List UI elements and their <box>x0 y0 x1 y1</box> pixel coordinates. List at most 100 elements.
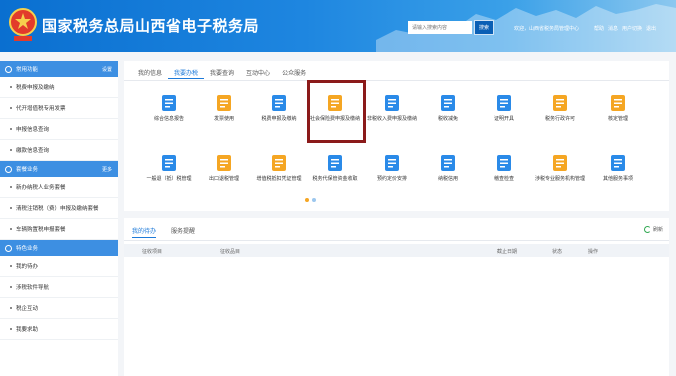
pager-dot-active[interactable] <box>305 198 309 202</box>
service-tile[interactable]: 核定管理 <box>590 94 646 140</box>
service-tile[interactable]: 涉税专业服务机构管理 <box>532 154 588 200</box>
refresh-icon <box>643 226 651 233</box>
service-tile[interactable]: 预约定价安排 <box>364 154 420 200</box>
sidebar-item-return-query[interactable]: 申报信息查询 <box>0 119 118 140</box>
tab-query[interactable]: 我要查询 <box>204 68 240 79</box>
sidebar-item-new-taxpayer[interactable]: 新办纳税人业务套餐 <box>0 177 118 198</box>
switch-user-link[interactable]: 用户切换 <box>622 25 642 32</box>
service-tile[interactable]: 稽查检查 <box>476 154 532 200</box>
sidebar-section-featured[interactable]: 特色业务 <box>0 240 118 256</box>
top-links: 帮助 消息 用户切换 退出 <box>594 25 656 32</box>
bullet-icon <box>10 286 12 288</box>
section-title: 特色业务 <box>16 246 39 252</box>
sidebar-item-label: 我要求助 <box>16 327 39 333</box>
service-tile-label: 发票使用 <box>213 116 234 122</box>
document-icon <box>162 95 176 111</box>
service-tile[interactable]: 税费申报及缴纳 <box>251 94 307 140</box>
clipboard-icon <box>497 155 511 171</box>
certificate-icon <box>497 95 511 111</box>
tab-divider <box>124 80 669 81</box>
service-tile-label: 稽查检查 <box>493 176 514 182</box>
service-tile[interactable]: 增值税抵扣凭证管理 <box>251 154 307 200</box>
main-tabs: 我的信息 我要办税 我要查询 互动中心 公众服务 <box>132 68 312 79</box>
carousel-pager <box>305 198 316 202</box>
bullet-icon <box>10 149 12 151</box>
sidebar-item-label: 税企互动 <box>16 306 39 312</box>
copy-icon <box>441 95 455 111</box>
col-status: 状态 <box>552 249 563 255</box>
sidebar-item-interaction[interactable]: 税企互动 <box>0 298 118 319</box>
tab-my-info[interactable]: 我的信息 <box>132 68 168 79</box>
search-button[interactable]: 搜索 <box>474 20 494 35</box>
check-icon <box>441 155 455 171</box>
tab-my-todo[interactable]: 我的待办 <box>132 226 157 238</box>
service-tile[interactable]: 出口退税管理 <box>196 154 252 200</box>
bullet-icon <box>10 228 12 230</box>
bullet-icon <box>10 186 12 188</box>
sidebar: 常用功能 设置 税费申报及缴纳 代开增值税专用发票 申报信息查询 缴款信息查询 … <box>0 61 118 376</box>
service-tile-label: 综合信息报告 <box>153 116 184 122</box>
refund-icon <box>162 155 176 171</box>
refresh-label: 刷新 <box>652 227 663 233</box>
bullet-icon <box>10 207 12 209</box>
tab-service-reminder[interactable]: 服务提醒 <box>171 226 195 235</box>
service-tile[interactable]: 纳税信用 <box>420 154 476 200</box>
todo-table-header: 征收项目 征收品目 截止日期 状态 操作 <box>124 244 669 257</box>
settings-link[interactable]: 设置 <box>102 66 112 73</box>
service-tile[interactable]: 税收减免 <box>420 94 476 140</box>
sidebar-item-software-nav[interactable]: 涉税软件导航 <box>0 277 118 298</box>
service-tile[interactable]: 一般退（抵）税管理 <box>141 154 197 200</box>
sidebar-section-packages[interactable]: 套餐业务 更多 <box>0 161 118 177</box>
sidebar-item-label: 代开增值税专用发票 <box>16 106 66 112</box>
bullet-icon <box>10 107 12 109</box>
more-link[interactable]: 更多 <box>102 166 112 173</box>
service-tile-label: 纳税信用 <box>437 176 458 182</box>
todo-panel: 我的待办 服务提醒 刷新 征收项目 征收品目 截止日期 状态 操作 <box>124 218 669 376</box>
logout-link[interactable]: 退出 <box>646 25 656 32</box>
service-tile[interactable]: 税务代保管资金收取 <box>307 154 363 200</box>
highlight-box <box>307 80 366 143</box>
service-tile[interactable]: 其他服务事项 <box>590 154 646 200</box>
pager-dot[interactable] <box>312 198 316 202</box>
sidebar-item-tax-filing[interactable]: 税费申报及缴纳 <box>0 77 118 98</box>
search-input[interactable] <box>408 21 472 34</box>
sidebar-item-label: 清税注销税（费）申报及缴纳套餐 <box>16 206 99 212</box>
package-icon <box>5 165 12 173</box>
sidebar-item-vehicle-tax[interactable]: 车辆购置税申报套餐 <box>0 219 118 240</box>
welcome-text: 欢迎，山西省税务局管理中心 <box>514 26 580 32</box>
sidebar-item-todo[interactable]: 我的待办 <box>0 256 118 277</box>
message-link[interactable]: 消息 <box>608 25 618 32</box>
tab-do-tax[interactable]: 我要办税 <box>168 68 205 79</box>
service-tile[interactable]: 发票使用 <box>196 94 252 140</box>
sidebar-item-vat-invoice[interactable]: 代开增值税专用发票 <box>0 98 118 119</box>
sidebar-item-payment-query[interactable]: 缴款信息查询 <box>0 140 118 161</box>
section-title: 常用功能 <box>16 67 39 73</box>
tab-interaction[interactable]: 互动中心 <box>240 68 276 79</box>
col-deadline: 截止日期 <box>497 249 518 255</box>
sidebar-item-label: 税费申报及缴纳 <box>16 85 55 91</box>
sidebar-item-label: 我的待办 <box>16 264 39 270</box>
service-tile[interactable]: 非税收入费申报及缴纳 <box>364 94 420 140</box>
star-icon <box>5 65 12 73</box>
sidebar-item-help[interactable]: 我要求助 <box>0 319 118 340</box>
pie-chart-icon <box>611 95 625 111</box>
service-tile[interactable]: 税务行政许可 <box>532 94 588 140</box>
service-tile[interactable]: 综合信息报告 <box>141 94 197 140</box>
section-title: 套餐业务 <box>16 167 39 173</box>
service-tile-label: 税务行政许可 <box>544 116 575 122</box>
help-link[interactable]: 帮助 <box>594 25 604 32</box>
tax-return-icon <box>272 95 286 111</box>
bullet-icon <box>10 128 12 130</box>
shield-icon <box>553 95 567 111</box>
service-tile[interactable]: 证明开具 <box>476 94 532 140</box>
tax-emblem-logo <box>9 8 37 41</box>
sidebar-section-common[interactable]: 常用功能 设置 <box>0 61 118 77</box>
agency-icon <box>553 155 567 171</box>
sidebar-item-deregistration[interactable]: 清税注销税（费）申报及缴纳套餐 <box>0 198 118 219</box>
service-tile-label: 税收减免 <box>437 116 458 122</box>
service-tile-label: 一般退（抵）税管理 <box>146 176 192 182</box>
service-tile-label: 非税收入费申报及缴纳 <box>366 116 417 122</box>
tab-public-service[interactable]: 公众服务 <box>276 68 312 79</box>
service-tile-label: 税费申报及缴纳 <box>261 116 297 122</box>
refresh-button[interactable]: 刷新 <box>643 226 663 233</box>
